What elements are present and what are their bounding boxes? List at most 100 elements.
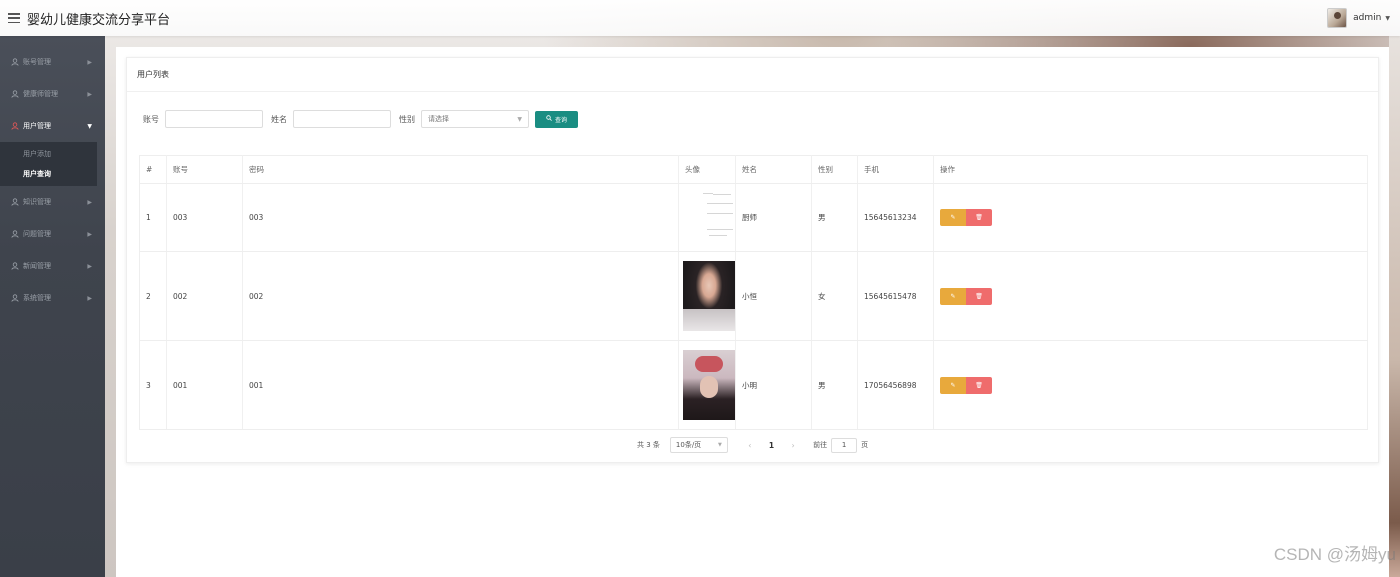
sidebar-item-knowledge[interactable]: 知识管理 ▶: [0, 186, 105, 218]
pencil-icon: ✎: [950, 292, 956, 300]
user-icon: [11, 122, 19, 130]
trash-icon: 🗑: [975, 381, 983, 389]
table-row: 2 002 002 小恒 女 15645615478 ✎ 🗑: [139, 251, 1368, 341]
main-panel: 用户列表 账号 姓名 性别 请选择 ▼ 查询 # 账号 密码 头像 姓名 性别 …: [116, 47, 1389, 577]
table-row: 3 001 001 小明 男 17056456898 ✎ 🗑: [139, 340, 1368, 430]
user-name: admin: [1353, 13, 1382, 23]
cell-account: 003: [166, 183, 243, 252]
table-row: 1 003 003 厨师 男 15645613234 ✎ 🗑: [139, 183, 1368, 252]
next-page-icon[interactable]: ›: [787, 441, 799, 450]
sidebar-item-account[interactable]: 账号管理 ▶: [0, 46, 105, 78]
cell-avatar: [678, 251, 736, 341]
chevron-down-icon: ▼: [517, 115, 522, 123]
chevron-right-icon: ▶: [87, 58, 92, 66]
filter-bar: 账号 姓名 性别 请选择 ▼ 查询: [143, 110, 578, 128]
page-size-select[interactable]: 10条/页 ▼: [669, 437, 728, 453]
table-header-row: # 账号 密码 头像 姓名 性别 手机 操作: [139, 155, 1368, 184]
header-account: 账号: [166, 155, 243, 184]
query-button[interactable]: 查询: [535, 110, 578, 128]
header-gender: 性别: [811, 155, 858, 184]
sidebar: 账号管理 ▶ 健康师管理 ▶ 用户管理 ▼ 用户添加 用户查询 知识管理 ▶ 问…: [0, 36, 105, 577]
goto-label: 前往: [813, 441, 828, 449]
cell-password: 003: [242, 183, 679, 252]
sidebar-item-news[interactable]: 新闻管理 ▶: [0, 250, 105, 282]
sidebar-item-label: 账号管理: [23, 58, 51, 66]
header-index: #: [139, 155, 167, 184]
avatar-image: [683, 261, 735, 331]
goto-page-input[interactable]: 1: [831, 437, 858, 453]
chevron-right-icon: ▶: [87, 262, 92, 270]
cell-phone: 15645613234: [857, 183, 934, 252]
edit-button[interactable]: ✎: [940, 376, 966, 394]
header-avatar: 头像: [678, 155, 736, 184]
user-icon: [11, 230, 19, 238]
cell-account: 001: [166, 340, 243, 430]
sidebar-item-label: 新闻管理: [23, 262, 51, 270]
cell-phone: 17056456898: [857, 340, 934, 430]
app-title: 婴幼儿健康交流分享平台: [27, 12, 171, 28]
delete-button[interactable]: 🗑: [966, 376, 992, 394]
cell-account: 002: [166, 251, 243, 341]
page-size-value: 10条/页: [675, 441, 702, 449]
cell-avatar: [678, 340, 736, 430]
sidebar-item-questions[interactable]: 问题管理 ▶: [0, 218, 105, 250]
cell-actions: ✎ 🗑: [933, 183, 1368, 252]
delete-button[interactable]: 🗑: [966, 287, 992, 305]
gender-label: 性别: [399, 114, 415, 124]
cell-gender: 男: [811, 183, 858, 252]
sidebar-item-health-expert[interactable]: 健康师管理 ▶: [0, 78, 105, 110]
chevron-right-icon: ▶: [87, 230, 92, 238]
edit-button[interactable]: ✎: [940, 209, 966, 226]
delete-button[interactable]: 🗑: [966, 209, 992, 226]
chevron-right-icon: ▶: [87, 294, 92, 302]
header-password: 密码: [242, 155, 679, 184]
user-icon: [11, 58, 19, 66]
background-edge: [1389, 36, 1400, 577]
sidebar-item-label: 用户管理: [23, 122, 51, 130]
header-phone: 手机: [857, 155, 934, 184]
cell-name: 小明: [735, 340, 812, 430]
submenu-users: 用户添加 用户查询: [0, 142, 97, 186]
avatar-image: [683, 350, 735, 420]
account-label: 账号: [143, 114, 159, 124]
page-number[interactable]: 1: [769, 441, 774, 450]
user-list-card: 用户列表 账号 姓名 性别 请选择 ▼ 查询 # 账号 密码 头像 姓名 性别 …: [126, 57, 1379, 463]
chevron-right-icon: ▶: [87, 90, 92, 98]
query-button-label: 查询: [554, 116, 567, 124]
trash-icon: 🗑: [975, 292, 983, 300]
header-name: 姓名: [735, 155, 812, 184]
name-input[interactable]: [293, 110, 391, 128]
pagination-total: 共 3 条: [637, 441, 660, 449]
cell-actions: ✎ 🗑: [933, 251, 1368, 341]
sidebar-item-system[interactable]: 系统管理 ▶: [0, 282, 105, 314]
sidebar-subitem-add-user[interactable]: 用户添加: [0, 144, 97, 164]
account-input[interactable]: [165, 110, 263, 128]
user-icon: [11, 294, 19, 302]
cell-index: 1: [139, 183, 167, 252]
sidebar-item-label: 系统管理: [23, 294, 51, 302]
cell-index: 3: [139, 340, 167, 430]
gender-select[interactable]: 请选择 ▼: [421, 110, 529, 128]
sidebar-item-label: 知识管理: [23, 198, 51, 206]
sidebar-item-users[interactable]: 用户管理 ▼: [0, 110, 105, 142]
edit-button[interactable]: ✎: [940, 287, 966, 305]
name-label: 姓名: [271, 114, 287, 124]
cell-name: 厨师: [735, 183, 812, 252]
cell-index: 2: [139, 251, 167, 341]
cell-password: 002: [242, 251, 679, 341]
user-icon: [11, 262, 19, 270]
gender-select-value: 请选择: [428, 115, 449, 123]
avatar: [1327, 8, 1348, 28]
chevron-right-icon: ▶: [87, 198, 92, 206]
sidebar-item-label: 健康师管理: [23, 90, 58, 98]
chevron-down-icon: ▼: [87, 122, 92, 130]
chevron-down-icon: ▼: [1385, 14, 1390, 22]
cell-actions: ✎ 🗑: [933, 340, 1368, 430]
user-menu[interactable]: admin ▼: [1327, 6, 1390, 30]
sidebar-subitem-query-user[interactable]: 用户查询: [0, 164, 97, 184]
prev-page-icon[interactable]: ‹: [744, 441, 756, 450]
avatar-image: [683, 186, 735, 249]
search-icon: [546, 115, 552, 123]
pagination: 共 3 条 10条/页 ▼ ‹ 1 › 前往 1 页: [637, 437, 868, 453]
menu-toggle-icon[interactable]: [8, 13, 20, 23]
